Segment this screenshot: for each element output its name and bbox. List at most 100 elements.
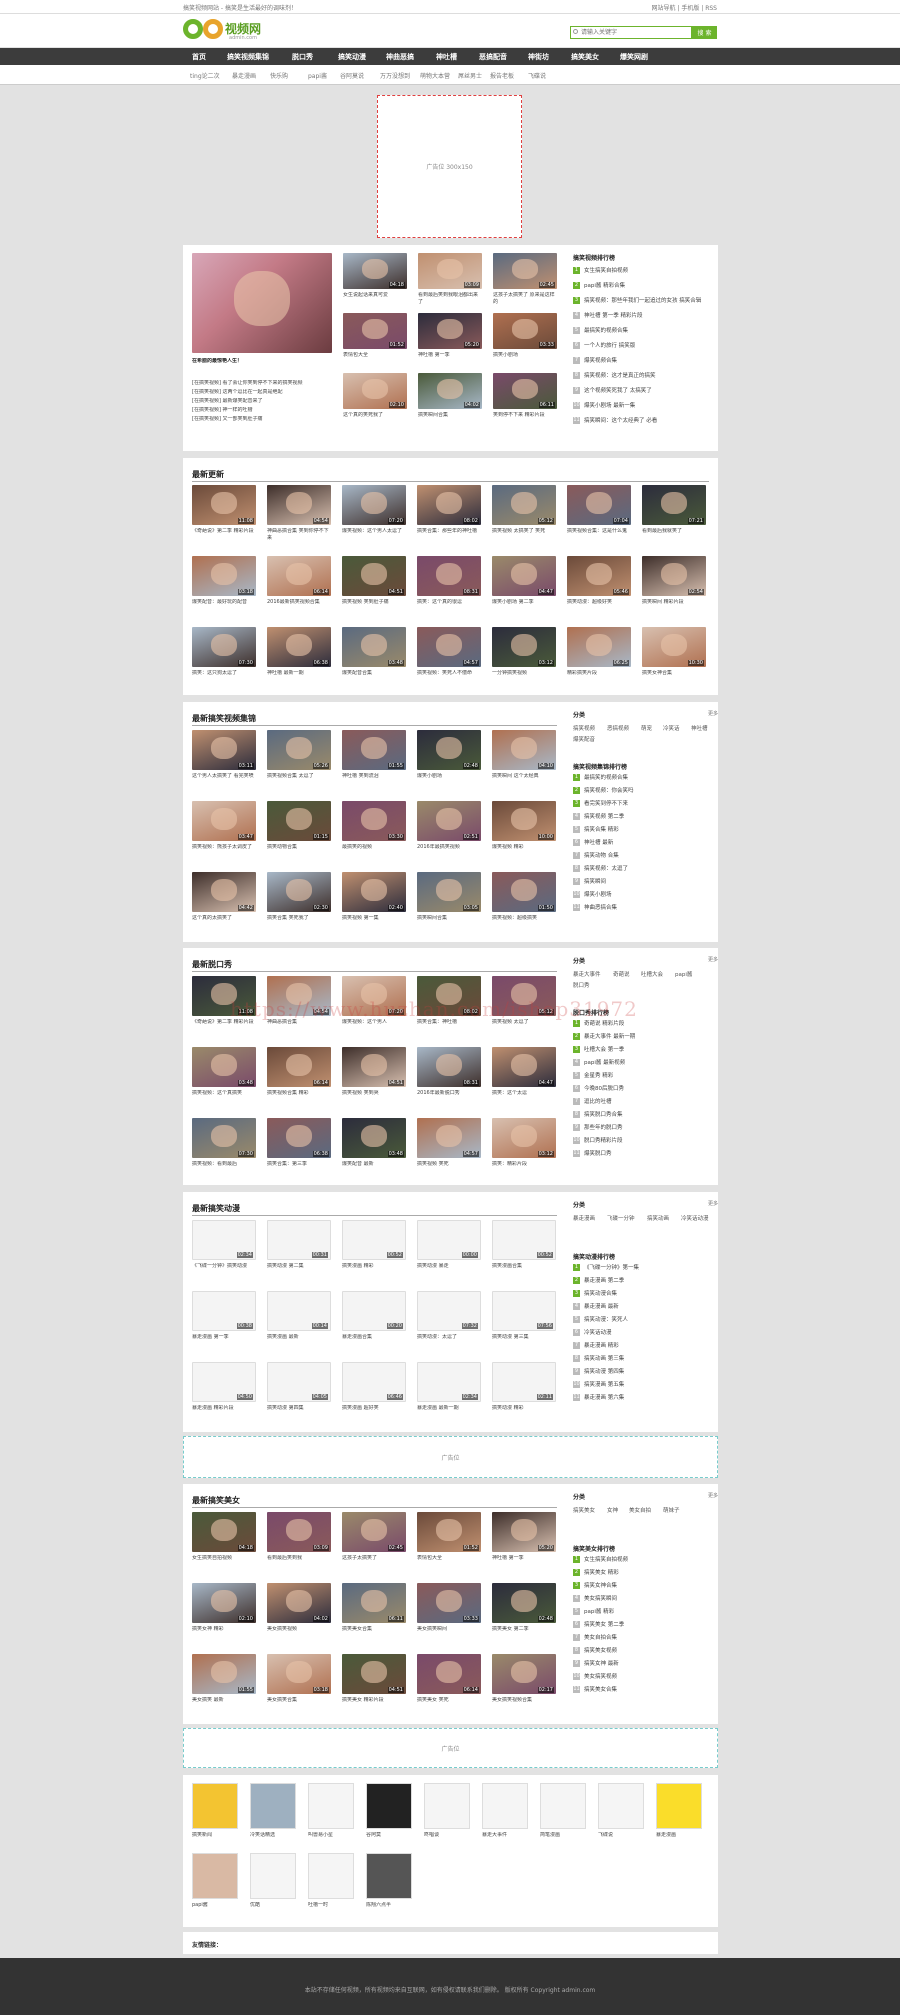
video-thumbnail[interactable]: 08:31	[417, 1047, 481, 1087]
video-title[interactable]: 爆笑配音：最好玩的配音	[192, 599, 256, 613]
video-thumbnail[interactable]: 02:54	[642, 556, 706, 596]
sub-nav-item[interactable]: 萌物大本营	[420, 71, 450, 80]
video-title[interactable]: 神曲恶搞合集 笑到你停不下来	[267, 528, 331, 542]
video-thumbnail[interactable]: 04:10	[492, 730, 556, 770]
rank-item[interactable]: 10 爆笑小剧场	[573, 891, 718, 899]
video-thumbnail[interactable]: 04:47	[492, 1047, 556, 1087]
video-thumbnail[interactable]: 03:47	[192, 801, 256, 841]
nav-item[interactable]: 恶搞配音	[479, 52, 507, 62]
sub-nav-item[interactable]: 屌丝男士	[458, 71, 482, 80]
rank-item[interactable]: 5 最搞笑的视频合集	[573, 327, 718, 335]
video-thumbnail[interactable]: 03:12	[492, 1118, 556, 1158]
video-title[interactable]: 搞笑漫画 最新	[267, 1334, 331, 1348]
video-title[interactable]: 搞笑视频 第一集	[342, 915, 406, 929]
video-thumbnail[interactable]: 00:38	[192, 1291, 256, 1331]
video-title[interactable]: 暴走漫画合集	[342, 1334, 406, 1348]
video-title[interactable]: 神吐槽 第一季	[492, 1555, 556, 1569]
category-tag[interactable]: papi酱	[675, 970, 692, 978]
category-tag[interactable]: 暴走大事件	[573, 970, 601, 978]
rank-item[interactable]: 7 美女自拍合集	[573, 1634, 718, 1642]
rank-item[interactable]: 3 搞笑视频：那些年我们一起追过的女孩 搞笑合辑	[573, 297, 718, 305]
video-title[interactable]: 这孩子太搞笑了 原来是这样的	[493, 292, 557, 306]
top-bar-links[interactable]: 网站导航 | 手机版 | RSS	[652, 3, 717, 12]
video-title[interactable]: 搞笑瞬间合集	[417, 915, 481, 929]
video-title[interactable]: 女生说起话来真可爱	[343, 292, 407, 306]
brand-logo[interactable]	[308, 1783, 354, 1829]
brand-logo[interactable]	[250, 1853, 296, 1899]
rank-item[interactable]: 8 搞笑动画 第三集	[573, 1355, 718, 1363]
video-title[interactable]: 美女搞笑 最新	[192, 1697, 256, 1711]
category-tag[interactable]: 女神	[607, 1506, 618, 1514]
nav-item[interactable]: 神街坊	[528, 52, 549, 62]
brand-logo[interactable]	[424, 1783, 470, 1829]
video-thumbnail[interactable]: 00:52	[492, 1220, 556, 1260]
video-title[interactable]: 搞笑：这个真的很逗	[417, 599, 481, 613]
video-thumbnail[interactable]: 06:14	[267, 556, 331, 596]
video-title[interactable]: 搞笑合集 笑死我了	[267, 915, 331, 929]
video-thumbnail[interactable]: 06:11	[342, 1583, 406, 1623]
video-title[interactable]: 2016最新搞笑视频合集	[267, 599, 331, 613]
video-title[interactable]: 搞笑视频 笑到肚子痛	[342, 599, 406, 613]
rank-item[interactable]: 4 搞笑视频 第二季	[573, 813, 718, 821]
rank-item[interactable]: 8 搞笑脱口秀合集	[573, 1111, 718, 1119]
video-thumbnail[interactable]: 04:54	[267, 485, 331, 525]
nav-item[interactable]: 搞笑动漫	[338, 52, 366, 62]
top-ad-slot[interactable]: 广告位 300x150	[377, 95, 522, 238]
video-thumbnail[interactable]: 10:30	[642, 627, 706, 667]
video-thumbnail[interactable]: 06:25	[567, 627, 631, 667]
video-title[interactable]: 搞笑动漫 精彩	[492, 1405, 556, 1419]
video-title[interactable]: 搞笑瞬间 精彩片段	[642, 599, 706, 613]
video-thumbnail[interactable]: 07:32	[417, 1291, 481, 1331]
rank-item[interactable]: 1 女生搞笑自拍视频	[573, 1556, 718, 1564]
video-title[interactable]: 搞笑合集：第三季	[267, 1161, 331, 1175]
video-title[interactable]: 搞笑小剧场	[493, 352, 557, 366]
video-thumbnail[interactable]: 03:18	[267, 1654, 331, 1694]
video-title[interactable]: 笑到停不下来 精彩片段	[493, 412, 557, 426]
video-title[interactable]: 搞笑美女 第二季	[492, 1626, 556, 1640]
nav-item[interactable]: 神曲恶搞	[386, 52, 414, 62]
sub-nav-item[interactable]: 飞碟说	[528, 71, 546, 80]
video-thumbnail[interactable]: 07:30	[192, 1118, 256, 1158]
video-title[interactable]: 这个真的太搞笑了	[192, 915, 256, 929]
video-thumbnail[interactable]: 10:00	[492, 801, 556, 841]
rank-item[interactable]: 11 搞笑瞬间：这个太经典了 必看	[573, 417, 718, 425]
category-tag[interactable]: 搞笑动画	[647, 1214, 669, 1222]
rank-item[interactable]: 2 暴走大事件 最新一期	[573, 1033, 718, 1041]
nav-item[interactable]: 神吐槽	[436, 52, 457, 62]
video-title[interactable]: 看到最后笑到我眼泪都出来了	[418, 292, 482, 306]
more-link[interactable]: 更多	[708, 1200, 718, 1207]
featured-line[interactable]: [在搞笑视频] 神一样的吐槽	[192, 407, 332, 415]
video-title[interactable]: 一分钟搞笑视频	[492, 670, 556, 684]
video-title[interactable]: 搞笑美女 精彩片段	[342, 1697, 406, 1711]
more-link[interactable]: 更多	[708, 956, 718, 963]
video-title[interactable]: 美女搞笑合集	[267, 1697, 331, 1711]
category-tag[interactable]: 吐槽大会	[641, 970, 663, 978]
video-thumbnail[interactable]: 02:45	[493, 253, 557, 289]
category-tag[interactable]: 萌妹子	[663, 1506, 680, 1514]
video-title[interactable]: 搞笑：这只狗太逗了	[192, 670, 256, 684]
video-title[interactable]: 搞笑视频合集 太逗了	[267, 773, 331, 787]
brand-label[interactable]: 陈翔六点半	[366, 1902, 416, 1916]
brand-label[interactable]: 叫兽易小星	[308, 1832, 358, 1846]
video-thumbnail[interactable]: 07:56	[492, 1291, 556, 1331]
video-thumbnail[interactable]: 06:38	[267, 1118, 331, 1158]
brand-logo[interactable]	[598, 1783, 644, 1829]
video-thumbnail[interactable]: 05:46	[567, 556, 631, 596]
video-title[interactable]: 神吐槽 笑到流泪	[342, 773, 406, 787]
category-tag[interactable]: 搞笑视频	[573, 724, 595, 732]
featured-line[interactable]: [在搞笑视频] 这两个逗比在一起真是绝配	[192, 389, 332, 397]
video-thumbnail[interactable]: 04:51	[342, 1047, 406, 1087]
rank-item[interactable]: 5 搞笑动漫：笑死人	[573, 1316, 718, 1324]
video-title[interactable]: 搞笑视频：看到最后	[192, 1161, 256, 1175]
rank-item[interactable]: 5 papi酱 精彩	[573, 1608, 718, 1616]
brand-logo[interactable]	[540, 1783, 586, 1829]
video-title[interactable]: 搞笑动物合集	[267, 844, 331, 858]
rank-item[interactable]: 1 《飞碟一分钟》第一集	[573, 1264, 718, 1272]
brand-logo[interactable]	[192, 1853, 238, 1899]
video-thumbnail[interactable]: 03:09	[418, 253, 482, 289]
rank-item[interactable]: 5 金星秀 精彩	[573, 1072, 718, 1080]
video-title[interactable]: 搞笑瞬间 这个太经典	[492, 773, 556, 787]
sub-nav-item[interactable]: 万万没想到	[380, 71, 410, 80]
video-title[interactable]: 搞笑漫画 超好笑	[342, 1405, 406, 1419]
video-thumbnail[interactable]: 02:34	[192, 1220, 256, 1260]
